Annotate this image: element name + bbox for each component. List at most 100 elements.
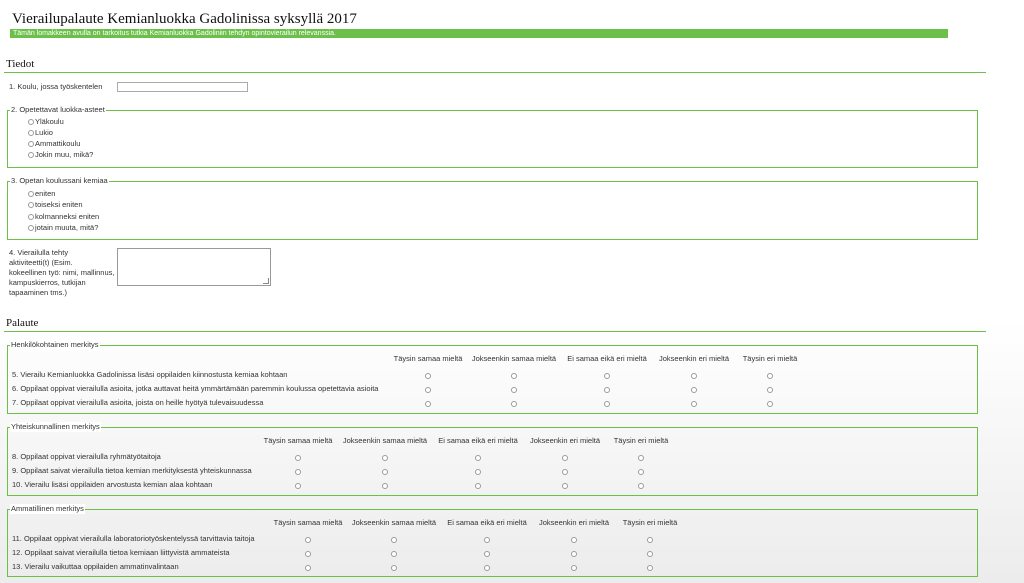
professional-question-label: 11. Oppilaat oppivat vierailulla laborat… (12, 534, 255, 543)
radio-button[interactable] (28, 119, 34, 125)
likert-radio[interactable] (391, 565, 397, 571)
q4-label: 4. Vierailulla tehty aktiviteetti(t) (Es… (9, 248, 115, 297)
likert-radio[interactable] (604, 387, 610, 393)
grade-option[interactable]: Jokin muu, mikä? (28, 150, 93, 160)
grade-option[interactable]: Lukio (28, 128, 53, 138)
personal-question-label: 6. Oppilaat oppivat vierailulla asioita,… (12, 384, 379, 393)
likert-radio[interactable] (647, 565, 653, 571)
professional-question-label: 12. Oppilaat saivat vierailulla tietoa k… (12, 548, 230, 557)
page-subtitle: Tämän lomakkeen avulla on tarkoitus tutk… (10, 29, 948, 38)
scale-header: Ei samaa eikä eri mieltä (447, 518, 527, 527)
scale-header: Jokseenkin samaa mieltä (471, 354, 557, 363)
radio-button[interactable] (28, 152, 34, 158)
teaching-option[interactable]: toiseksi eniten (28, 200, 83, 210)
likert-radio[interactable] (295, 455, 301, 461)
section-divider (4, 72, 986, 73)
grade-levels-legend: 2. Opetettavat luokka-asteet (10, 105, 106, 115)
likert-radio[interactable] (425, 401, 431, 407)
chemistry-teaching-fieldset: 3. Opetan koulussani kemiaa eniten toise… (7, 176, 978, 240)
likert-radio[interactable] (382, 455, 388, 461)
radio-button[interactable] (28, 191, 34, 197)
societal-question-label: 9. Oppilaat saivat vierailulla tietoa ke… (12, 466, 252, 475)
activities-textarea[interactable] (117, 248, 271, 286)
scale-header: Täysin samaa mieltä (393, 354, 463, 363)
scale-header: Ei samaa eikä eri mieltä (567, 354, 647, 363)
personal-question-label: 7. Oppilaat oppivat vierailulla asioita,… (12, 398, 264, 407)
likert-radio[interactable] (295, 483, 301, 489)
likert-radio[interactable] (638, 469, 644, 475)
personal-significance-legend: Henkilökohtainen merkitys (10, 340, 100, 350)
scale-header: Täysin eri mieltä (622, 518, 678, 527)
scale-header: Jokseenkin samaa mieltä (342, 436, 428, 445)
likert-radio[interactable] (305, 537, 311, 543)
likert-radio[interactable] (511, 401, 517, 407)
likert-radio[interactable] (295, 469, 301, 475)
grade-levels-fieldset: 2. Opetettavat luokka-asteet Yläkoulu Lu… (7, 105, 978, 168)
chemistry-teaching-legend: 3. Opetan koulussani kemiaa (10, 176, 109, 186)
likert-radio[interactable] (511, 373, 517, 379)
personal-question-label: 5. Vierailu Kemianluokka Gadolinissa lis… (12, 370, 288, 379)
scale-header: Jokseenkin eri mieltä (658, 354, 730, 363)
likert-radio[interactable] (391, 551, 397, 557)
likert-radio[interactable] (604, 401, 610, 407)
likert-radio[interactable] (425, 387, 431, 393)
likert-radio[interactable] (511, 387, 517, 393)
radio-button[interactable] (28, 202, 34, 208)
likert-radio[interactable] (691, 373, 697, 379)
likert-radio[interactable] (562, 469, 568, 475)
likert-radio[interactable] (382, 469, 388, 475)
grade-option[interactable]: Ammattikoulu (28, 139, 80, 149)
likert-radio[interactable] (638, 483, 644, 489)
likert-radio[interactable] (475, 469, 481, 475)
scale-header: Täysin eri mieltä (613, 436, 669, 445)
likert-radio[interactable] (571, 565, 577, 571)
q1-label: 1. Koulu, jossa työskentelen (9, 82, 103, 91)
likert-radio[interactable] (425, 373, 431, 379)
likert-radio[interactable] (571, 551, 577, 557)
page-title: Vierailupalaute Kemianluokka Gadolinissa… (12, 11, 357, 27)
likert-radio[interactable] (391, 537, 397, 543)
scale-header: Jokseenkin samaa mieltä (351, 518, 437, 527)
likert-radio[interactable] (484, 551, 490, 557)
likert-radio[interactable] (647, 537, 653, 543)
likert-radio[interactable] (691, 387, 697, 393)
radio-button[interactable] (28, 225, 34, 231)
scale-header: Ei samaa eikä eri mieltä (438, 436, 518, 445)
likert-radio[interactable] (767, 387, 773, 393)
grade-option[interactable]: Yläkoulu (28, 117, 64, 127)
societal-question-label: 10. Vierailu lisäsi oppilaiden arvostust… (12, 480, 213, 489)
school-input[interactable] (117, 82, 248, 92)
section-title-tiedot: Tiedot (6, 58, 35, 70)
scale-header: Jokseenkin eri mieltä (538, 518, 610, 527)
likert-radio[interactable] (475, 483, 481, 489)
likert-radio[interactable] (484, 565, 490, 571)
likert-radio[interactable] (571, 537, 577, 543)
teaching-option[interactable]: eniten (28, 189, 55, 199)
likert-radio[interactable] (382, 483, 388, 489)
likert-radio[interactable] (604, 373, 610, 379)
likert-radio[interactable] (475, 455, 481, 461)
societal-question-label: 8. Oppilaat oppivat vierailulla ryhmätyö… (12, 452, 161, 461)
societal-significance-legend: Yhteiskunnallinen merkitys (10, 422, 101, 432)
professional-question-label: 13. Vierailu vaikuttaa oppilaiden ammati… (12, 562, 179, 571)
likert-radio[interactable] (562, 455, 568, 461)
section-title-palaute: Palaute (6, 317, 39, 329)
scale-header: Jokseenkin eri mieltä (529, 436, 601, 445)
likert-radio[interactable] (562, 483, 568, 489)
scale-header: Täysin samaa mieltä (263, 436, 333, 445)
likert-radio[interactable] (484, 537, 490, 543)
likert-radio[interactable] (305, 551, 311, 557)
scale-header: Täysin samaa mieltä (273, 518, 343, 527)
radio-button[interactable] (28, 141, 34, 147)
likert-radio[interactable] (767, 401, 773, 407)
scale-header: Täysin eri mieltä (742, 354, 798, 363)
teaching-option[interactable]: jotain muuta, mitä? (28, 223, 98, 233)
radio-button[interactable] (28, 214, 34, 220)
likert-radio[interactable] (647, 551, 653, 557)
likert-radio[interactable] (691, 401, 697, 407)
radio-button[interactable] (28, 130, 34, 136)
likert-radio[interactable] (767, 373, 773, 379)
teaching-option[interactable]: kolmanneksi eniten (28, 212, 99, 222)
likert-radio[interactable] (638, 455, 644, 461)
likert-radio[interactable] (305, 565, 311, 571)
